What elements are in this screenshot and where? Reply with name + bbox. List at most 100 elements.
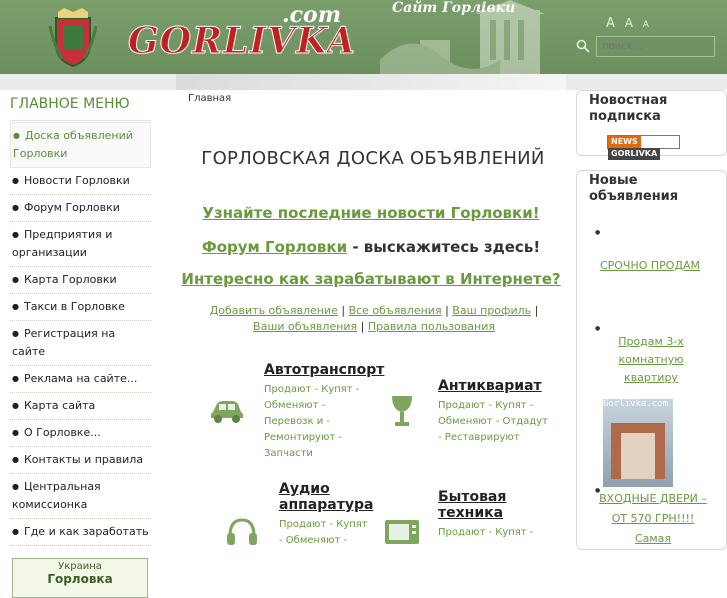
category-title[interactable]: Антиквариат	[438, 378, 548, 394]
news-button-right: GORLIVKA	[608, 148, 661, 160]
category-appliances: Бытовая техника Продают - Купят -	[438, 489, 548, 541]
promo-forum-text: - выскажитесь здесь!	[347, 238, 541, 256]
region-country: Украина	[58, 561, 102, 572]
all-ads-link[interactable]: Все объявления	[349, 304, 442, 317]
menu-item-map[interactable]: ● Карта Горловки	[10, 267, 151, 294]
category-antiques: Антиквариат Продают - Купят - Обменяют -…	[438, 378, 548, 446]
bullet-icon: ●	[595, 229, 601, 236]
bullet-icon: ●	[12, 374, 19, 383]
font-size-large-button[interactable]: A	[606, 16, 615, 31]
main-content: Главная ГОРЛОВСКАЯ ДОСКА ОБЪЯВЛЕНИЙ Узна…	[176, 90, 566, 546]
search-icon	[576, 39, 590, 53]
menu-item-earn[interactable]: ● Где и как заработать	[10, 519, 151, 546]
ad-photo-caption: Gorlivka.com	[603, 399, 669, 409]
bullet-icon: ●	[12, 302, 19, 311]
font-size-switcher: A A A	[606, 16, 655, 31]
new-ads-panel: Новые объявления ● СРОЧНО ПРОДАМ ● Прода…	[576, 170, 727, 550]
bullet-icon: ●	[595, 325, 601, 332]
category-actions[interactable]: Продают - Купят - Обменяют - Отдадут - Р…	[438, 398, 548, 446]
region-banner[interactable]: Украина Горловка	[12, 558, 148, 598]
goblet-icon[interactable]	[390, 394, 414, 430]
bullet-icon: ●	[12, 329, 19, 338]
page-title: ГОРЛОВСКАЯ ДОСКА ОБЪЯВЛЕНИЙ	[201, 148, 545, 169]
menu-item-label: Реклама на сайте...	[23, 372, 138, 385]
promo-earn: Интересно как зарабатывают в Интернете?	[176, 270, 566, 288]
menu-item-label: Карта сайта	[23, 399, 96, 412]
bullet-icon: ●	[13, 131, 20, 140]
ghost-watermark	[597, 217, 707, 241]
menu-item-label: Такси в Горловке	[23, 300, 125, 313]
category-actions[interactable]: Продают - Купят -	[438, 525, 548, 541]
rules-link[interactable]: Правила пользования	[368, 320, 495, 333]
new-ads-title: Новые объявления	[589, 173, 679, 204]
category-actions[interactable]: Продают - Купят - Обменяют -	[279, 517, 369, 549]
my-ads-link[interactable]: Ваши объявления	[253, 320, 357, 333]
main-menu: ГЛАВНОЕ МЕНЮ ● Доска объявлений Горловки …	[10, 96, 151, 598]
classifieds-links: Добавить объявление | Все объявления | В…	[209, 304, 539, 333]
menu-item-classifieds[interactable]: ● Доска объявлений Горловки	[10, 122, 151, 168]
menu-item-consignment[interactable]: ● Центральная комиссионка	[10, 474, 151, 519]
menu-item-about[interactable]: ● О Горловке...	[10, 420, 151, 447]
category-cars: Автотранспорт Продают - Купят - Обменяют…	[264, 362, 384, 462]
main-menu-title: ГЛАВНОЕ МЕНЮ	[10, 96, 151, 121]
menu-item-taxi[interactable]: ● Такси в Горловке	[10, 294, 151, 321]
menu-item-label: Контакты и правила	[23, 453, 144, 466]
news-button-left: NEWS	[608, 136, 641, 148]
bullet-icon: ●	[12, 428, 19, 437]
menu-item-label: Где и как заработать	[23, 525, 149, 538]
logo-text: GORLIVKA	[128, 20, 356, 63]
ad-item-3[interactable]: ВХОДНЫЕ ДВЕРИ – ОТ 570 ГРН!!!! Самая	[595, 489, 711, 549]
category-title[interactable]: Аудио аппаратура	[279, 481, 373, 513]
menu-item-label: О Горловке...	[23, 426, 101, 439]
promo-news: Узнайте последние новости Горловки!	[176, 204, 566, 222]
menu-item-label: Доска объявлений Горловки	[13, 129, 133, 160]
profile-link[interactable]: Ваш профиль	[452, 304, 531, 317]
menu-item-label: Регистрация на сайте	[12, 327, 116, 358]
ad-item-2[interactable]: Продам 3-х комнатную квартиру	[599, 333, 703, 387]
menu-item-enterprises[interactable]: ● Предприятия и организации	[10, 222, 151, 267]
bullet-icon: ●	[12, 527, 19, 536]
site-logo[interactable]: .com GORLIVKA	[124, 2, 384, 72]
microwave-icon[interactable]	[384, 516, 420, 546]
region-city: Горловка	[47, 572, 113, 586]
menu-item-label: Центральная комиссионка	[12, 480, 101, 511]
promo-news-link[interactable]: Узнайте последние новости Горловки!	[202, 204, 539, 222]
search-input[interactable]	[596, 36, 715, 57]
font-size-medium-button[interactable]: A	[625, 16, 633, 30]
add-ad-link[interactable]: Добавить объявление	[210, 304, 338, 317]
promo-forum-link[interactable]: Форум Горловки	[202, 238, 347, 256]
ad-item-1[interactable]: СРОЧНО ПРОДАМ	[583, 257, 717, 275]
menu-item-forum[interactable]: ● Форум Горловки	[10, 195, 151, 222]
coat-of-arms-icon	[48, 8, 98, 68]
site-title: Сайт Горлівки	[392, 0, 516, 16]
bullet-icon: ●	[12, 482, 19, 491]
menu-item-sitemap[interactable]: ● Карта сайта	[10, 393, 151, 420]
car-icon[interactable]	[210, 396, 244, 424]
promo-earn-link[interactable]: Интересно как зарабатывают в Интернете?	[181, 270, 560, 288]
news-subscription-title: Новостная подписка	[589, 93, 668, 124]
menu-item-label: Новости Горловки	[23, 174, 130, 187]
menu-item-contacts[interactable]: ● Контакты и правила	[10, 447, 151, 474]
bullet-icon: ●	[12, 176, 19, 185]
category-title[interactable]: Автотранспорт	[264, 362, 384, 378]
font-size-small-button[interactable]: A	[643, 20, 649, 30]
menu-item-registration[interactable]: ● Регистрация на сайте	[10, 321, 151, 366]
bullet-icon: ●	[12, 230, 19, 239]
bullet-icon: ●	[12, 401, 19, 410]
category-title[interactable]: Бытовая техника	[438, 489, 548, 521]
bullet-icon: ●	[12, 203, 19, 212]
bullet-icon: ●	[12, 275, 19, 284]
menu-item-news[interactable]: ● Новости Горловки	[10, 168, 151, 195]
news-subscription-panel: Новостная подписка NEWSGORLIVKA	[576, 90, 727, 160]
headphones-icon[interactable]	[226, 516, 258, 546]
menu-item-advertising[interactable]: ● Реклама на сайте...	[10, 366, 151, 393]
subheader-bar	[0, 74, 727, 90]
ad-photo[interactable]: Gorlivka.com	[603, 399, 673, 487]
menu-item-label: Предприятия и организации	[12, 228, 113, 259]
news-subscribe-button[interactable]: NEWSGORLIVKA	[607, 135, 680, 160]
bullet-icon: ●	[12, 455, 19, 464]
breadcrumb[interactable]: Главная	[188, 93, 231, 104]
category-actions[interactable]: Продают - Купят - Обменяют - Перевозк и …	[264, 382, 370, 462]
category-audio: Аудио аппаратура Продают - Купят - Обмен…	[279, 481, 373, 549]
menu-item-label: Форум Горловки	[23, 201, 120, 214]
